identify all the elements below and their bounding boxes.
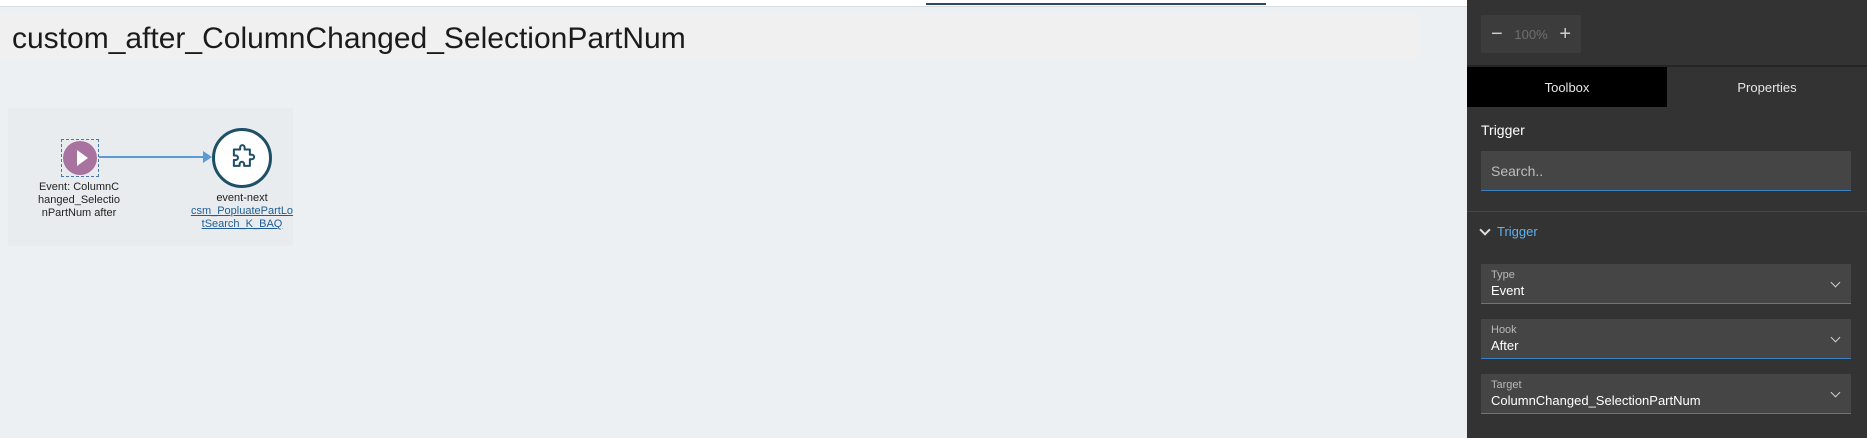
search-field[interactable] [1481, 151, 1851, 191]
event-next-label-group: event-next csm_PopluatePartLotSearch_K_B… [190, 192, 294, 231]
start-event-circle [63, 141, 97, 175]
flow-title: custom_after_ColumnChanged_SelectionPart… [12, 22, 686, 55]
chevron-down-icon [1479, 223, 1491, 236]
panel-divider [1467, 211, 1867, 212]
hook-field-value: After [1491, 338, 1519, 353]
type-field-label: Type [1491, 269, 1515, 281]
puzzle-piece-icon [232, 144, 256, 167]
top-active-tab-indicator [926, 0, 1266, 5]
start-event-label: Event: ColumnChanged_SelectionPartNum af… [38, 181, 120, 219]
hook-field-label: Hook [1491, 324, 1517, 336]
search-input[interactable] [1491, 162, 1841, 179]
type-field-value: Event [1491, 283, 1525, 298]
toolbox-section-label: Trigger [1481, 122, 1525, 138]
tab-properties[interactable]: Properties [1667, 67, 1867, 107]
target-field-value: ColumnChanged_SelectionPartNum [1491, 393, 1701, 408]
start-event-node[interactable] [61, 139, 99, 177]
type-select[interactable]: Type Event [1481, 264, 1851, 304]
accordion-label: Trigger [1497, 224, 1538, 239]
event-next-link[interactable]: csm_PopluatePartLotSearch_K_BAQ [190, 205, 294, 231]
zoom-in-button[interactable]: + [1559, 24, 1571, 44]
panel-tabs: Toolbox Properties [1467, 67, 1867, 107]
target-select[interactable]: Target ColumnChanged_SelectionPartNum [1481, 374, 1851, 414]
zoom-out-button[interactable]: − [1491, 24, 1503, 44]
zoom-level: 100% [1514, 26, 1548, 42]
event-next-node[interactable] [212, 128, 272, 188]
hook-select[interactable]: Hook After [1481, 319, 1851, 359]
tab-toolbox[interactable]: Toolbox [1467, 67, 1667, 107]
play-icon [76, 150, 88, 166]
flow-canvas[interactable]: custom_after_ColumnChanged_SelectionPart… [0, 0, 1467, 438]
trigger-accordion-header[interactable]: Trigger [1479, 223, 1538, 239]
side-panel: − 100% + Toolbox Properties Trigger Trig… [1467, 0, 1867, 438]
flow-connector[interactable] [99, 156, 205, 158]
target-field-label: Target [1491, 379, 1522, 391]
event-next-label: event-next [216, 192, 268, 204]
arrow-head-icon [203, 151, 212, 163]
zoom-control: − 100% + [1481, 15, 1581, 53]
